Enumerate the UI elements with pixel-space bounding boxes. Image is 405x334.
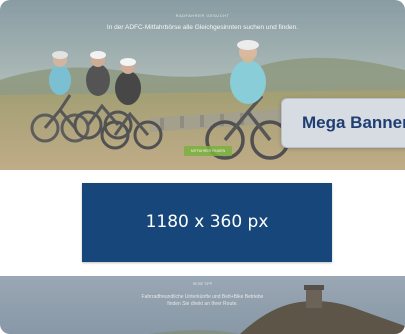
content-band: 1180 x 360 px xyxy=(0,170,405,276)
ad-size-placeholder[interactable]: 1180 x 360 px xyxy=(82,183,332,262)
hero-kicker: RADFAHRER GESUCHT xyxy=(175,13,230,18)
bottom-kicker: REISE TIPP xyxy=(192,282,213,286)
bottom-image: REISE TIPP Fahrradfreundliche Unterkünft… xyxy=(0,276,405,334)
hero-tagline: In der ADFC-Mitfahrbörse alle Gleichgesi… xyxy=(106,24,299,31)
hero-cta-button[interactable]: MITFAHRER FINDEN xyxy=(184,146,232,156)
bottom-text-line-1: Fahrradfreundliche Unterkünfte und Bett+… xyxy=(141,294,264,300)
bottom-text-line-2: finden Sie direkt an Ihrer Route. xyxy=(167,301,238,307)
mega-banner-label: Mega Banner xyxy=(281,98,405,148)
banner-preview: RADFAHRER GESUCHT In der ADFC-Mitfahrbör… xyxy=(0,0,405,334)
